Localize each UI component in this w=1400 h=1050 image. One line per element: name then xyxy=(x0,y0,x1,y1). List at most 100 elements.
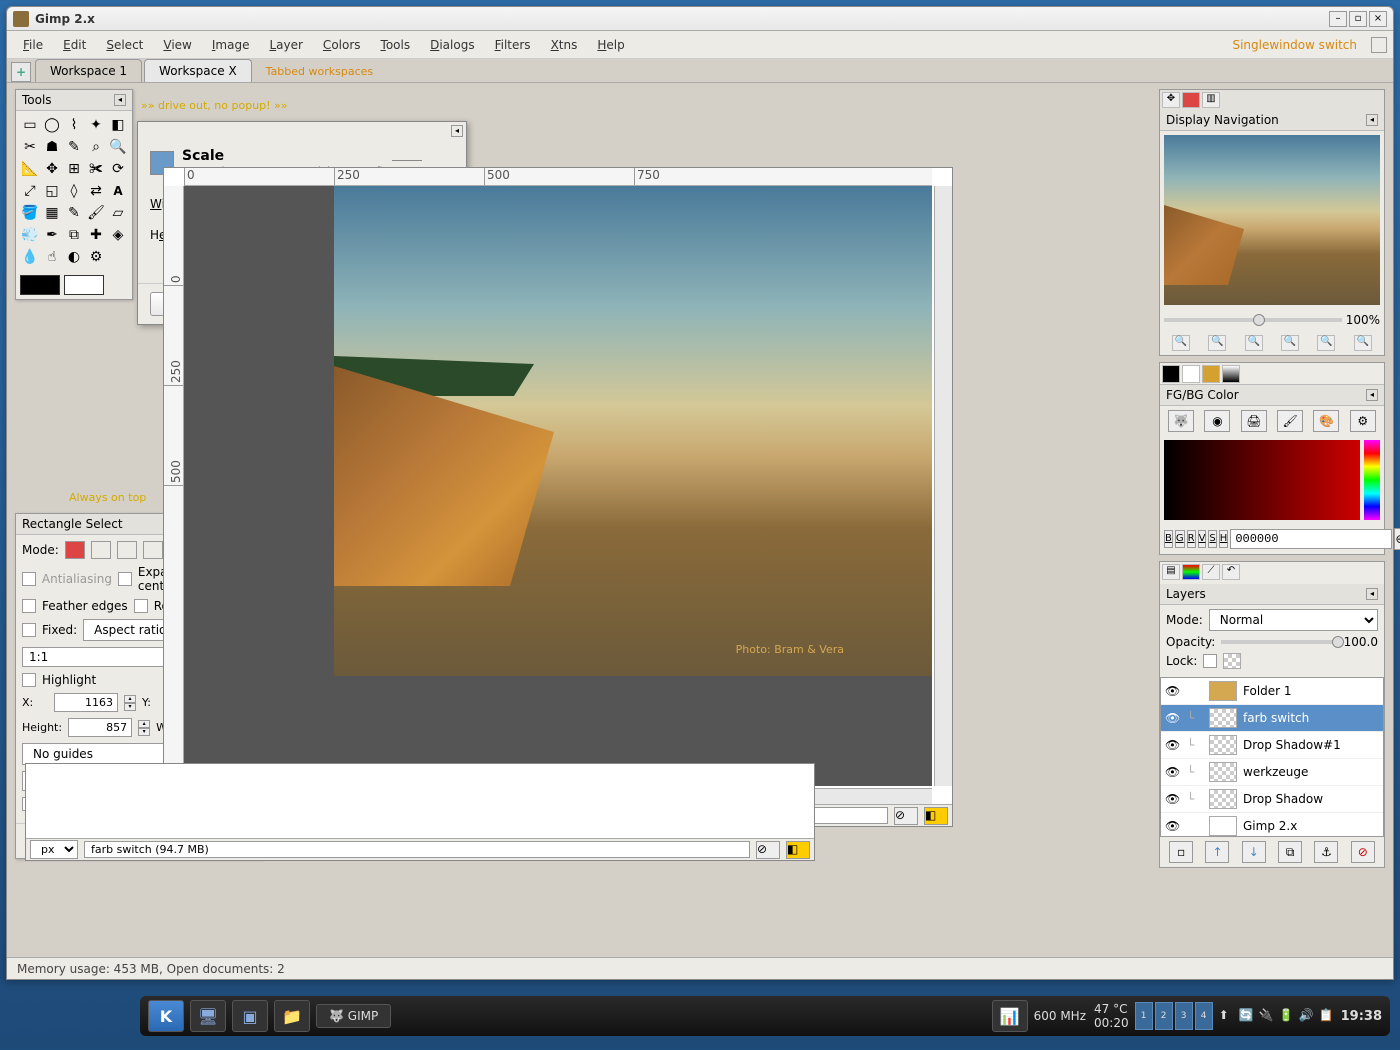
perspective-clone-tool[interactable]: ◈ xyxy=(108,225,128,245)
color-v[interactable]: V xyxy=(1198,530,1207,548)
zoom-tool[interactable]: 🔍 xyxy=(108,137,128,157)
nav-chart-icon[interactable]: ▥ xyxy=(1202,92,1220,108)
smudge-tool[interactable]: ☝ xyxy=(42,247,62,267)
shear-tool[interactable]: ◱ xyxy=(42,181,62,201)
color-b[interactable]: B xyxy=(1164,530,1173,548)
color-wheel-icon[interactable]: ◉ xyxy=(1204,410,1230,432)
rect-select-tool[interactable]: ▭ xyxy=(20,115,40,135)
nav-zoom-slider[interactable] xyxy=(1164,318,1342,322)
fgbg-tab-gradient[interactable] xyxy=(1222,365,1240,383)
paintbrush-tool[interactable]: 🖌 xyxy=(86,203,106,223)
vertical-scrollbar[interactable] xyxy=(934,186,952,786)
tray-icon-2[interactable]: 🔄 xyxy=(1239,1008,1255,1024)
fg-color-swatch[interactable] xyxy=(20,275,60,295)
eye-icon[interactable]: 👁 xyxy=(1165,738,1181,752)
new-layer-button[interactable]: ▫ xyxy=(1169,841,1193,863)
menu-colors[interactable]: Colors xyxy=(313,34,371,56)
color-brush-icon[interactable]: 🖌 xyxy=(1277,410,1303,432)
menu-file[interactable]: File xyxy=(13,34,53,56)
color-r[interactable]: R xyxy=(1187,530,1196,548)
unit-selector-2[interactable]: px xyxy=(30,840,78,859)
highlight-check[interactable] xyxy=(22,673,36,687)
eye-icon[interactable]: 👁 xyxy=(1165,765,1181,779)
color-print-icon[interactable]: 🖨 xyxy=(1241,410,1267,432)
menu-dialogs[interactable]: Dialogs xyxy=(420,34,484,56)
nav-button[interactable]: ◧ xyxy=(924,807,948,825)
antialias-check[interactable] xyxy=(22,572,36,586)
menu-help[interactable]: Help xyxy=(587,34,634,56)
layers-tab-undo[interactable]: ↶ xyxy=(1222,564,1240,580)
anchor-layer-button[interactable]: ⚓ xyxy=(1314,841,1338,863)
taskbar-app-gimp[interactable]: 🐺 GIMP xyxy=(316,1004,391,1028)
mode-intersect[interactable] xyxy=(143,541,163,559)
menu-select[interactable]: Select xyxy=(96,34,153,56)
menu-xtns[interactable]: Xtns xyxy=(541,34,588,56)
color-field[interactable] xyxy=(1164,440,1360,520)
color-gimp-icon[interactable]: 🐺 xyxy=(1168,410,1194,432)
nav-collapse[interactable]: ◂ xyxy=(1366,114,1378,126)
align-tool[interactable]: ⊞ xyxy=(64,159,84,179)
gegl-tool[interactable]: ⚙ xyxy=(86,247,106,267)
zoom-out-button[interactable]: 🔍 xyxy=(1172,335,1190,351)
blend-tool[interactable]: ▦ xyxy=(42,203,62,223)
tray-icon-6[interactable]: 📋 xyxy=(1319,1008,1335,1024)
scissors-tool[interactable]: ✂ xyxy=(20,137,40,157)
menu-filters[interactable]: Filters xyxy=(485,34,541,56)
fixed-check[interactable] xyxy=(22,623,36,637)
layers-tab-channels[interactable] xyxy=(1182,564,1200,580)
color-picker-button[interactable]: ⊕ xyxy=(1394,528,1400,550)
bg-color-swatch[interactable] xyxy=(64,275,104,295)
zoom-shrink-button[interactable]: 🔍 xyxy=(1354,335,1372,351)
cancel-op-button-2[interactable]: ⊘ xyxy=(756,841,780,859)
close-button[interactable]: × xyxy=(1369,11,1387,27)
opacity-slider[interactable] xyxy=(1221,640,1337,644)
flip-tool[interactable]: ⇄ xyxy=(86,181,106,201)
ellipse-select-tool[interactable]: ◯ xyxy=(42,115,62,135)
ink-tool[interactable]: ✒ xyxy=(42,225,62,245)
eraser-tool[interactable]: ▱ xyxy=(108,203,128,223)
cancel-op-button[interactable]: ⊘ xyxy=(894,807,918,825)
color-sliders-icon[interactable]: ⚙ xyxy=(1350,410,1376,432)
layer-item-dropshadow[interactable]: 👁└Drop Shadow xyxy=(1161,786,1383,813)
expand-check[interactable] xyxy=(118,572,132,586)
desktop-button[interactable]: 🖥 xyxy=(190,1000,226,1032)
tray-icon-3[interactable]: 🔌 xyxy=(1259,1008,1275,1024)
nav-move-icon[interactable]: ✥ xyxy=(1162,92,1180,108)
scale-tool[interactable]: ⤢ xyxy=(20,181,40,201)
layers-tab-paths[interactable]: ⟋ xyxy=(1202,564,1220,580)
measure-tool[interactable]: 📐 xyxy=(20,159,40,179)
titlebar[interactable]: Gimp 2.x – ▫ × xyxy=(7,7,1393,31)
layer-item-folder[interactable]: 👁Folder 1 xyxy=(1161,678,1383,705)
hue-strip[interactable] xyxy=(1364,440,1380,520)
paths-tool[interactable]: ✎ xyxy=(64,137,84,157)
eye-icon[interactable]: 👁 xyxy=(1165,792,1181,806)
fgbg-collapse[interactable]: ◂ xyxy=(1366,389,1378,401)
eye-icon[interactable]: 👁 xyxy=(1165,819,1181,833)
tray-icon-5[interactable]: 🔊 xyxy=(1299,1008,1315,1024)
color-select-tool[interactable]: ◧ xyxy=(108,115,128,135)
color-palette-icon[interactable]: 🎨 xyxy=(1313,410,1339,432)
workspace-tab-1[interactable]: Workspace 1 xyxy=(35,59,142,82)
eye-icon[interactable]: 👁 xyxy=(1165,684,1181,698)
color-h[interactable]: H xyxy=(1219,530,1229,548)
scale-collapse-button[interactable]: ◂ xyxy=(451,125,463,137)
mode-add[interactable] xyxy=(91,541,111,559)
color-picker-tool[interactable]: ⌕ xyxy=(86,137,106,157)
bucket-fill-tool[interactable]: 🪣 xyxy=(20,203,40,223)
menu-tools[interactable]: Tools xyxy=(371,34,421,56)
canvas-viewport[interactable]: Photo: Bram & Vera xyxy=(184,186,932,786)
filemanager-button[interactable]: 📁 xyxy=(274,1000,310,1032)
ruler-vertical[interactable]: 0250500 xyxy=(164,186,184,806)
tray-icon-4[interactable]: 🔋 xyxy=(1279,1008,1295,1024)
pencil-tool[interactable]: ✎ xyxy=(64,203,84,223)
perspective-tool[interactable]: ◊ xyxy=(64,181,84,201)
terminal-button[interactable]: ▣ xyxy=(232,1000,268,1032)
maximize-button[interactable]: ▫ xyxy=(1349,11,1367,27)
singlewindow-icon[interactable] xyxy=(1371,37,1387,53)
zoom-fill-button[interactable]: 🔍 xyxy=(1317,335,1335,351)
minimize-button[interactable]: – xyxy=(1329,11,1347,27)
new-workspace-button[interactable]: + xyxy=(11,62,31,82)
menu-layer[interactable]: Layer xyxy=(259,34,312,56)
layer-item-gimp2x[interactable]: 👁Gimp 2.x xyxy=(1161,813,1383,837)
cpu-monitor-icon[interactable]: 📊 xyxy=(992,1000,1028,1032)
